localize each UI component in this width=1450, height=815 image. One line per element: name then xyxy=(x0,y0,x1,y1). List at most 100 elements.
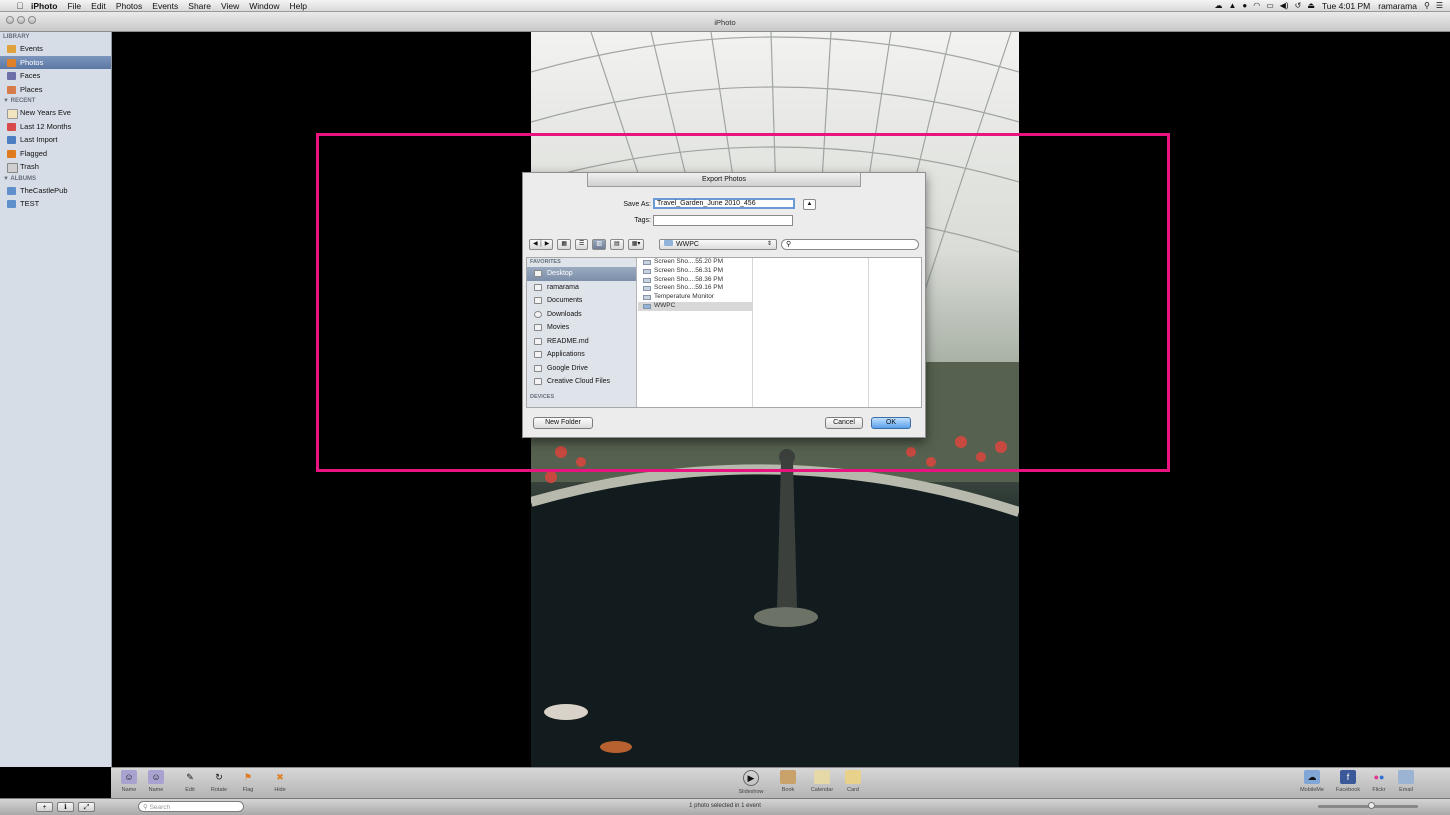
calendar-button[interactable]: Calendar xyxy=(807,770,837,793)
tags-label: Tags: xyxy=(634,217,651,224)
menu-bar:  iPhoto File Edit Photos Events Share V… xyxy=(0,0,1450,12)
sidebar-item-test[interactable]: TEST xyxy=(0,197,111,211)
favorite-documents[interactable]: Documents xyxy=(527,294,636,308)
sidebar-item-trash[interactable]: Trash xyxy=(0,160,111,174)
book-button[interactable]: Book xyxy=(773,770,803,793)
sidebar-item-new-years-eve[interactable]: New Years Eve xyxy=(0,106,111,120)
menu-window[interactable]: Window xyxy=(244,1,284,11)
location-label: WWPC xyxy=(676,241,699,248)
sidebar-item-flagged[interactable]: Flagged xyxy=(0,147,111,161)
menubar-clock[interactable]: Tue 4:01 PM xyxy=(1318,1,1374,11)
file-item[interactable]: Screen Sho....58.36 PM xyxy=(638,276,752,285)
card-button[interactable]: Card xyxy=(838,770,868,793)
sidebar-item-last-import[interactable]: Last Import xyxy=(0,133,111,147)
menu-help[interactable]: Help xyxy=(284,1,311,11)
folder-item-wwpc[interactable]: WWPC xyxy=(638,301,752,311)
menu-edit[interactable]: Edit xyxy=(86,1,111,11)
rotate-button[interactable]: ↻ Rotate xyxy=(204,770,234,794)
list-view-button[interactable]: ☰ xyxy=(574,239,589,250)
favorite-movies[interactable]: Movies xyxy=(527,321,636,335)
creative-cloud-icon[interactable]: ☁ xyxy=(1211,1,1225,10)
flag-button[interactable]: ⚑ Flag xyxy=(233,770,263,794)
menubar-user[interactable]: ramarama xyxy=(1374,1,1421,11)
save-as-field[interactable]: Travel_Garden_June 2010_456 xyxy=(653,198,795,209)
browser-toolbar: ◀ │ ▶ ▦ ☰ ▥ ▤ ▦▾ xyxy=(529,239,645,250)
folder-icon xyxy=(643,303,651,309)
menu-photos[interactable]: Photos xyxy=(111,1,147,11)
favorite-label: README.md xyxy=(547,337,589,345)
icon-view-button[interactable]: ▦ xyxy=(557,239,571,250)
file-item[interactable]: Screen Sho....59.16 PM xyxy=(638,284,752,293)
column-view-button[interactable]: ▥ xyxy=(592,239,607,250)
menu-view[interactable]: View xyxy=(216,1,244,11)
sidebar-item-photos[interactable]: Photos xyxy=(0,55,111,69)
menu-file[interactable]: File xyxy=(62,1,86,11)
new-folder-button[interactable]: New Folder xyxy=(533,417,593,429)
favorite-creative-cloud[interactable]: Creative Cloud Files xyxy=(527,375,636,389)
menu-share[interactable]: Share xyxy=(183,1,216,11)
recent-header[interactable]: ▼ RECENT xyxy=(0,96,111,106)
expand-dialog-button[interactable]: ▲ xyxy=(803,199,816,210)
photos-icon xyxy=(7,58,16,67)
sidebar-item-events[interactable]: Events xyxy=(0,42,111,56)
name-button-2[interactable]: ☺ Name xyxy=(141,770,171,793)
time-machine-icon[interactable]: ↺ xyxy=(1292,1,1305,10)
arrange-menu-button[interactable]: ▦▾ xyxy=(627,239,645,250)
file-item[interactable]: Screen Sho....55.20 PM xyxy=(638,258,752,267)
favorite-ramarama[interactable]: ramarama xyxy=(527,281,636,295)
cancel-button[interactable]: Cancel xyxy=(825,417,863,429)
display-icon[interactable]: ▭ xyxy=(1263,1,1277,10)
favorite-label: Creative Cloud Files xyxy=(547,378,611,385)
location-popup[interactable]: WWPC ⇕ xyxy=(659,239,777,250)
back-forward-buttons[interactable]: ◀ │ ▶ xyxy=(529,239,554,250)
file-item[interactable]: Temperature Monitor xyxy=(638,293,752,302)
flickr-button[interactable]: ● ● Flickr xyxy=(1364,770,1394,793)
drive-icon[interactable]: ▲ xyxy=(1225,1,1239,10)
sidebar-item-faces[interactable]: Faces xyxy=(0,69,111,83)
edit-button[interactable]: ✎ Edit xyxy=(175,770,205,794)
library-header: LIBRARY xyxy=(3,34,30,40)
favorite-desktop[interactable]: Desktop xyxy=(527,267,636,281)
facebook-button[interactable]: f Facebook xyxy=(1333,770,1363,793)
menu-events[interactable]: Events xyxy=(147,1,183,11)
zoom-slider-knob[interactable] xyxy=(1368,802,1375,809)
file-item[interactable]: Screen Sho....56.31 PM xyxy=(638,267,752,276)
favorite-applications[interactable]: Applications xyxy=(527,348,636,362)
favorite-label: Desktop xyxy=(547,270,573,277)
menu-app-name[interactable]: iPhoto xyxy=(26,1,62,11)
sidebar-item-last-12-months[interactable]: Last 12 Months xyxy=(0,120,111,134)
zoom-slider[interactable] xyxy=(1318,802,1418,809)
tags-field[interactable] xyxy=(653,215,793,226)
toolbar-label: Name xyxy=(148,787,164,793)
favorite-downloads[interactable]: Downloads xyxy=(527,308,636,322)
hide-button[interactable]: ✖ Hide xyxy=(265,770,295,794)
dialog-search-field[interactable]: ⚲ xyxy=(781,239,919,250)
eject-icon[interactable]: ⏏ xyxy=(1304,1,1318,10)
favorites-sidebar: FAVORITES Desktop ramarama Documents Dow… xyxy=(527,258,637,407)
toolbar-label: Calendar xyxy=(810,787,834,793)
cover-flow-button[interactable]: ▤ xyxy=(610,239,624,250)
play-icon: ▶ xyxy=(743,770,759,786)
volume-icon[interactable]: ◀) xyxy=(1277,1,1292,10)
favorite-readme[interactable]: README.md xyxy=(527,335,636,349)
event-icon xyxy=(7,109,18,119)
favorite-google-drive[interactable]: Google Drive xyxy=(527,362,636,376)
file-label: Screen Sho....59.16 PM xyxy=(654,284,724,292)
pencil-icon: ✎ xyxy=(186,771,194,782)
apple-menu-icon[interactable]:  xyxy=(14,1,26,11)
save-as-label: Save As: xyxy=(623,201,651,208)
spotlight-icon[interactable]: ⚲ xyxy=(1421,1,1433,10)
albums-header[interactable]: ▼ ALBUMS xyxy=(0,174,111,184)
mobileme-button[interactable]: ☁ MobileMe xyxy=(1297,770,1327,793)
name-button[interactable]: ☺ Name xyxy=(114,770,144,793)
folder-icon xyxy=(534,378,542,385)
sync-icon[interactable]: ● xyxy=(1239,1,1250,10)
sidebar-item-places[interactable]: Places xyxy=(0,83,111,97)
book-icon xyxy=(780,770,796,784)
email-button[interactable]: Email xyxy=(1391,770,1421,793)
notification-list-icon[interactable]: ☰ xyxy=(1433,1,1446,10)
ok-button[interactable]: OK xyxy=(871,417,911,429)
slideshow-button[interactable]: ▶ Slideshow xyxy=(736,770,766,795)
sidebar-item-thecastlepub[interactable]: TheCastlePub xyxy=(0,184,111,198)
wifi-icon[interactable]: ◠ xyxy=(1250,1,1263,10)
